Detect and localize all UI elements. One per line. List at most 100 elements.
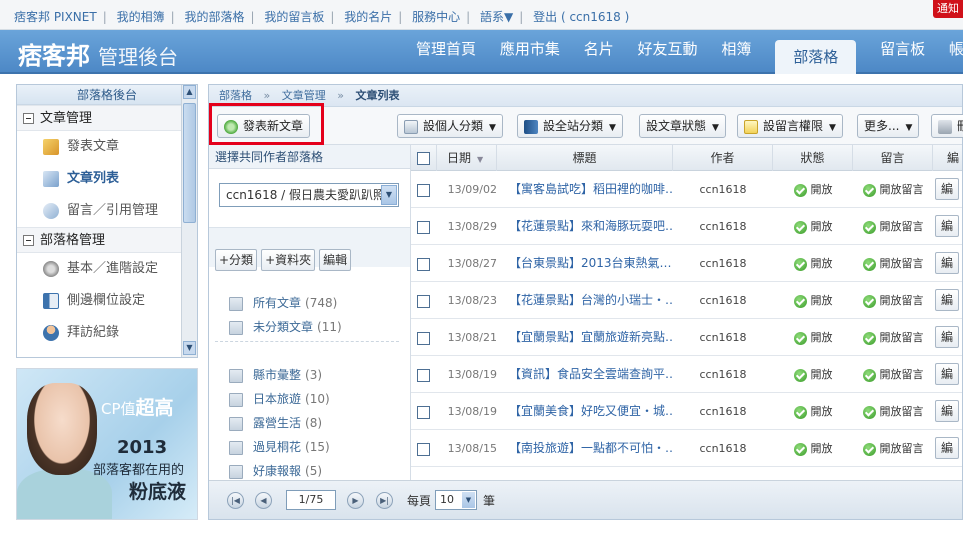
top-link-guestbook[interactable]: 我的留言板 [264, 10, 324, 24]
site-category-button[interactable]: 設全站分類 ▼ [517, 114, 623, 138]
table-row[interactable]: 13/08/23 【花蓮景點】台灣的小瑞士・… ccn1618 開放 開放留言編 [411, 282, 962, 319]
edit-category-button[interactable]: 編輯 [319, 249, 352, 271]
more-button[interactable]: 更多... ▼ [857, 114, 920, 138]
next-page-icon[interactable]: ▶ [347, 492, 364, 509]
row-title-link[interactable]: 【資訊】食品安全雲端查詢平… [509, 356, 673, 393]
row-checkbox[interactable] [417, 220, 430, 234]
site-logo[interactable]: 痞客邦 管理後台 [18, 36, 178, 71]
column-status[interactable]: 狀態 [773, 145, 853, 171]
row-comment-status[interactable]: 開放留言 [853, 356, 933, 393]
row-status[interactable]: 開放 [773, 282, 853, 319]
nav-guestbook[interactable]: 留言板 [880, 30, 925, 68]
row-checkbox[interactable] [417, 405, 430, 419]
category-item[interactable]: 露營生活 (8) [229, 411, 342, 435]
row-checkbox[interactable] [417, 368, 430, 382]
sidebar-item-visits[interactable]: 拜訪紀錄 [17, 317, 197, 349]
row-status[interactable]: 開放 [773, 319, 853, 356]
category-item[interactable]: 縣市彙整 (3) [229, 363, 342, 387]
table-row[interactable]: 13/08/29 【花蓮景點】來和海豚玩耍吧… ccn1618 開放 開放留言編 [411, 208, 962, 245]
row-comment-status[interactable]: 開放留言 [853, 282, 933, 319]
per-page-select[interactable]: 10 ▼ [435, 490, 477, 510]
row-status[interactable]: 開放 [773, 245, 853, 282]
column-date[interactable]: 日期 ▼ [437, 145, 497, 171]
add-folder-button[interactable]: +資料夾 [261, 249, 316, 271]
nav-app-market[interactable]: 應用市集 [500, 30, 560, 68]
notification-badge[interactable]: 通知 [933, 0, 963, 18]
prev-page-icon[interactable]: ◀ [255, 492, 272, 509]
post-status-button[interactable]: 設文章狀態 ▼ [639, 114, 726, 138]
row-title-link[interactable]: 【宜蘭景點】宜蘭旅遊新亮點… [509, 319, 673, 356]
delete-button[interactable]: 刪 [931, 114, 963, 138]
sidebar-item-comments[interactable]: 留言／引用管理 [17, 195, 197, 227]
row-edit-button[interactable]: 編 [935, 178, 960, 200]
row-comment-status[interactable]: 開放留言 [853, 245, 933, 282]
select-all-checkbox[interactable] [417, 152, 430, 165]
row-title-link[interactable]: 【寓客島試吃】稻田裡的咖啡… [509, 171, 673, 208]
page-input[interactable]: 1/75 [286, 490, 336, 510]
row-status[interactable]: 開放 [773, 208, 853, 245]
table-row[interactable]: 13/08/19 【資訊】食品安全雲端查詢平… ccn1618 開放 開放留言編 [411, 356, 962, 393]
collapse-icon[interactable] [23, 113, 34, 124]
row-status[interactable]: 開放 [773, 430, 853, 467]
row-checkbox[interactable] [417, 257, 430, 271]
row-checkbox[interactable] [417, 183, 430, 197]
row-status[interactable]: 開放 [773, 171, 853, 208]
category-item-uncategorized[interactable]: 未分類文章 (11) [229, 315, 342, 339]
row-title-link[interactable]: 【台東景點】2013台東熱氣… [509, 245, 673, 282]
scroll-down-icon[interactable]: ▼ [183, 341, 196, 355]
scroll-up-icon[interactable]: ▲ [183, 85, 196, 99]
nav-home[interactable]: 管理首頁 [416, 30, 476, 68]
row-edit-button[interactable]: 編 [935, 326, 960, 348]
table-row[interactable]: 13/09/02 【寓客島試吃】稻田裡的咖啡… ccn1618 開放 開放留言編 [411, 171, 962, 208]
row-comment-status[interactable]: 開放留言 [853, 393, 933, 430]
column-author[interactable]: 作者 [673, 145, 773, 171]
category-item-all[interactable]: 所有文章 (748) [229, 291, 342, 315]
chevron-down-icon[interactable]: ▼ [381, 185, 397, 205]
table-row[interactable]: 13/08/15 【南投旅遊】一點都不可怕・… ccn1618 開放 開放留言編 [411, 430, 962, 467]
top-link-logout[interactable]: 登出 ( ccn1618 ) [533, 10, 629, 24]
row-title-link[interactable]: 【宜蘭美食】好吃又便宜・城… [509, 393, 673, 430]
row-edit-button[interactable]: 編 [935, 289, 960, 311]
row-title-link[interactable]: 【花蓮景點】來和海豚玩耍吧… [509, 208, 673, 245]
nav-card[interactable]: 名片 [584, 30, 614, 68]
top-link-pixnet[interactable]: 痞客邦 PIXNET [14, 10, 97, 24]
row-edit-button[interactable]: 編 [935, 215, 960, 237]
row-title-link[interactable]: 【南投旅遊】一點都不可怕・… [509, 430, 673, 467]
row-edit-button[interactable]: 編 [935, 363, 960, 385]
chevron-down-icon[interactable]: ▼ [462, 492, 475, 508]
category-item[interactable]: 過見桐花 (15) [229, 435, 342, 459]
top-link-language[interactable]: 語系▼ [480, 10, 513, 24]
sidebar-item-layout[interactable]: 側邊欄位設定 [17, 285, 197, 317]
row-title-link[interactable]: 【花蓮景點】台灣的小瑞士・… [509, 282, 673, 319]
add-category-button[interactable]: +分類 [215, 249, 258, 271]
row-status[interactable]: 開放 [773, 356, 853, 393]
last-page-icon[interactable]: ▶| [376, 492, 393, 509]
nav-account[interactable]: 帳戶 [949, 30, 963, 68]
column-title[interactable]: 標題 [497, 145, 673, 171]
nav-friends[interactable]: 好友互動 [638, 30, 698, 68]
breadcrumb-post-management[interactable]: 文章管理 [282, 89, 326, 102]
top-link-blog[interactable]: 我的部落格 [184, 10, 244, 24]
top-link-card[interactable]: 我的名片 [344, 10, 392, 24]
column-comment[interactable]: 留言 [853, 145, 933, 171]
row-edit-button[interactable]: 編 [935, 252, 960, 274]
table-row[interactable]: 13/08/19 【宜蘭美食】好吃又便宜・城… ccn1618 開放 開放留言編 [411, 393, 962, 430]
sidebar-item-post-list[interactable]: 文章列表 [17, 163, 197, 195]
personal-category-button[interactable]: 設個人分類 ▼ [397, 114, 503, 138]
table-row[interactable]: 13/08/21 【宜蘭景點】宜蘭旅遊新亮點… ccn1618 開放 開放留言編 [411, 319, 962, 356]
sidebar-section-posts[interactable]: 文章管理 [17, 105, 197, 131]
row-status[interactable]: 開放 [773, 393, 853, 430]
nav-blog[interactable]: 部落格 [775, 40, 857, 74]
sidebar-item-settings[interactable]: 基本／進階設定 [17, 253, 197, 285]
scroll-thumb[interactable] [183, 103, 196, 223]
breadcrumb-blog[interactable]: 部落格 [219, 89, 252, 102]
sidebar-scrollbar[interactable]: ▲ ▼ [181, 85, 197, 357]
sidebar-section-blog[interactable]: 部落格管理 [17, 227, 197, 253]
row-comment-status[interactable]: 開放留言 [853, 208, 933, 245]
ad-banner[interactable]: CP值超高 2013 部落客都在用的 粉底液 [16, 368, 198, 520]
row-comment-status[interactable]: 開放留言 [853, 171, 933, 208]
row-comment-status[interactable]: 開放留言 [853, 319, 933, 356]
row-checkbox[interactable] [417, 442, 430, 456]
top-link-albums[interactable]: 我的相簿 [117, 10, 165, 24]
blog-select[interactable]: ccn1618 / 假日農夫愛趴趴照 ▼ [219, 183, 399, 207]
